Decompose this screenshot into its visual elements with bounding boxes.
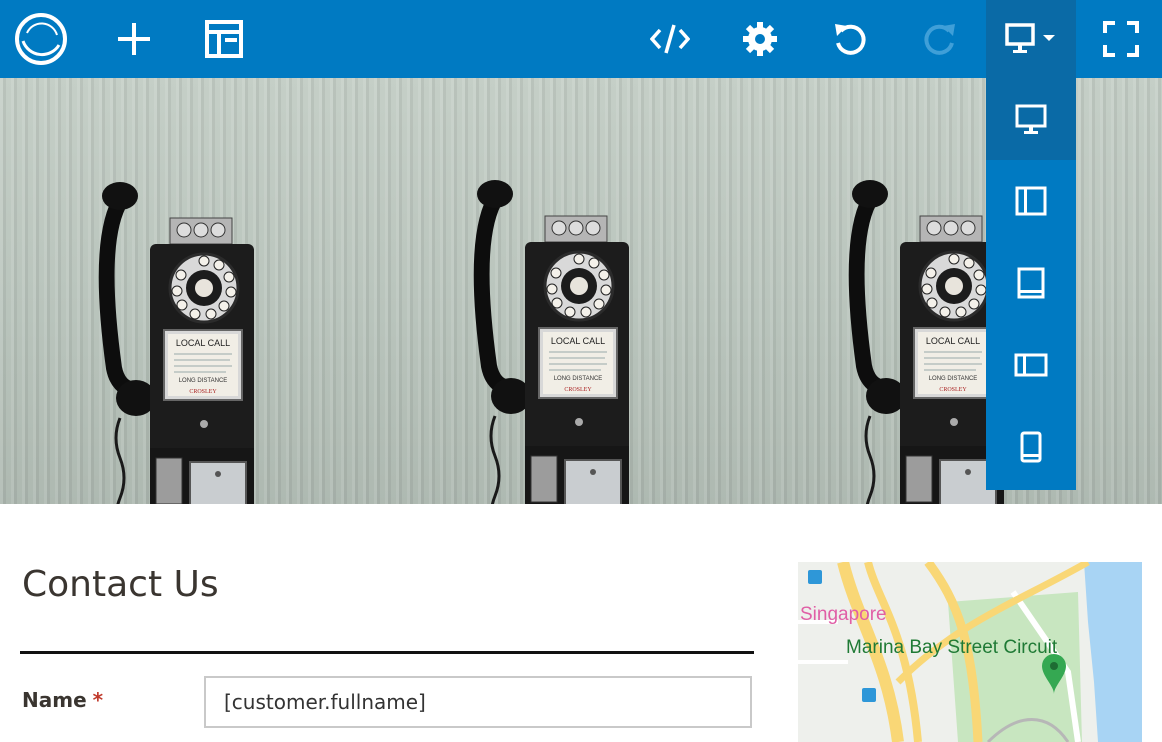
device-menu (986, 78, 1076, 490)
monitor-icon (1015, 104, 1047, 134)
sidebar-panel-icon (1014, 353, 1048, 377)
layout-button[interactable] (184, 0, 264, 78)
name-label: Name * (22, 688, 103, 712)
chevron-down-icon (1043, 35, 1055, 41)
logo-button[interactable] (0, 0, 82, 78)
settings-button[interactable] (720, 0, 800, 78)
redo-icon (924, 24, 955, 55)
name-label-text: Name (22, 688, 87, 712)
required-mark: * (92, 688, 104, 712)
undo-icon (835, 24, 866, 55)
undo-button[interactable] (810, 0, 890, 78)
device-mobile-item[interactable] (986, 406, 1076, 488)
page-title: Contact Us (22, 564, 219, 605)
device-desktop-item[interactable] (986, 78, 1076, 160)
code-button[interactable] (630, 0, 710, 78)
contact-section: Contact Us Name * [customer.fullname] Sin… (0, 504, 1162, 742)
monitor-icon (1005, 23, 1055, 53)
redo-button[interactable] (900, 0, 980, 78)
bus-stop-icon (862, 688, 876, 702)
layout-icon (205, 20, 243, 58)
code-icon (650, 24, 690, 54)
tablet-icon (1017, 267, 1045, 299)
editor-toolbar (0, 0, 1162, 78)
name-field[interactable]: [customer.fullname] (204, 676, 752, 728)
divider (20, 651, 754, 654)
plus-icon (118, 23, 150, 55)
circle-logo-icon (15, 13, 67, 65)
fullscreen-button[interactable] (1080, 0, 1162, 78)
bus-stop-icon (808, 570, 822, 584)
gear-icon (743, 22, 777, 56)
map-embed[interactable]: Singapore Marina Bay Street Circuit (798, 562, 1142, 742)
device-tablet-portrait-item[interactable] (986, 242, 1076, 324)
sidebar-panel-icon (1015, 186, 1047, 216)
phone-icon (1020, 431, 1042, 463)
device-laptop-sidebar-item[interactable] (986, 160, 1076, 242)
device-tablet-landscape-item[interactable] (986, 324, 1076, 406)
fullscreen-icon (1103, 21, 1139, 57)
map-label-singapore: Singapore (800, 604, 887, 625)
add-button[interactable] (94, 0, 174, 78)
device-button[interactable] (986, 0, 1076, 78)
map-label-marina-bay: Marina Bay Street Circuit (846, 637, 1058, 658)
